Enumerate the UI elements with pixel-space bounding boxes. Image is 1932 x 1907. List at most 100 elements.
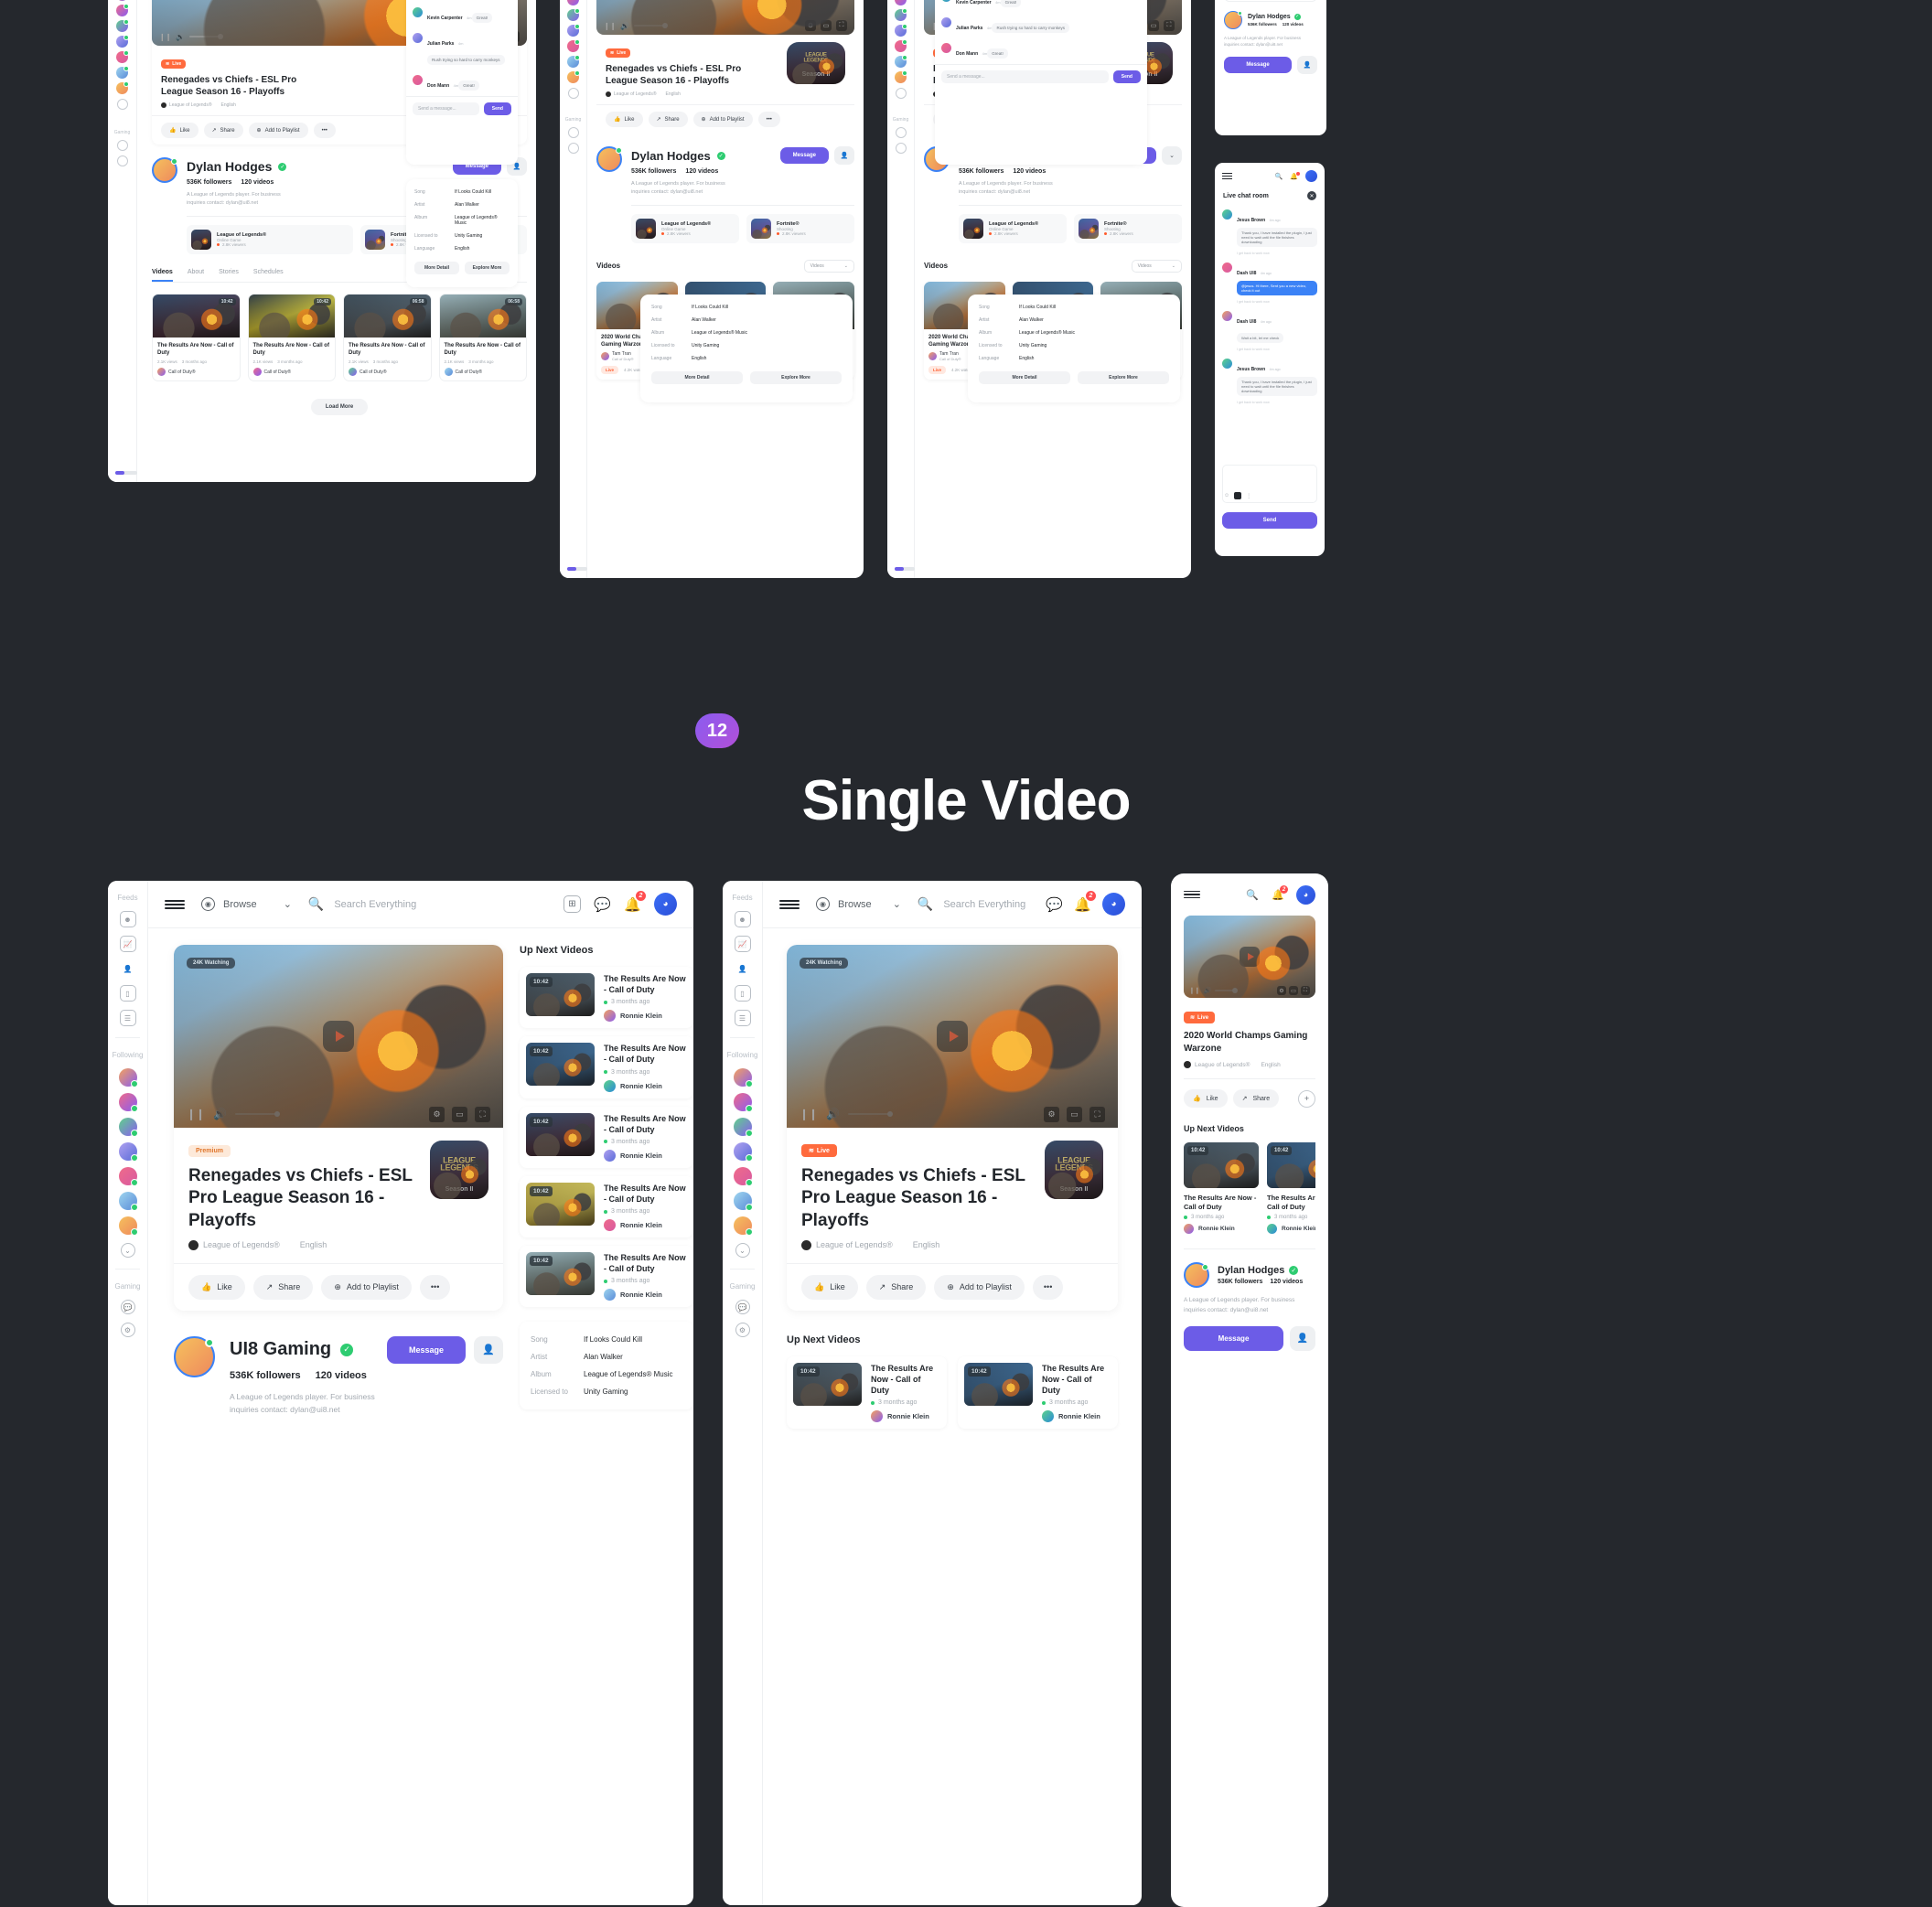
apps-icon[interactable]: ⊞ (564, 895, 581, 913)
avatar[interactable] (941, 17, 951, 27)
hamburger-icon[interactable] (165, 899, 185, 909)
tab-about[interactable]: About (188, 269, 204, 282)
avatar[interactable] (118, 1118, 138, 1137)
pause-icon[interactable]: ❙❙ (1189, 987, 1200, 994)
avatar[interactable] (116, 81, 129, 94)
tab-stories[interactable]: Stories (219, 269, 239, 282)
up-next-item[interactable]: 10:42 The Results Are Now - Call of Duty… (1267, 1142, 1315, 1235)
mug-icon[interactable]: ▯ (119, 985, 136, 1002)
fullscreen-icon[interactable]: ⛶ (1089, 1106, 1105, 1122)
miniplayer-icon[interactable]: ▭ (1289, 986, 1298, 995)
pause-icon[interactable]: ❙❙ (604, 22, 616, 30)
avatar[interactable] (733, 1142, 753, 1162)
fullscreen-icon[interactable]: ⛶ (1301, 986, 1310, 995)
share-button[interactable]: ↗ Share (252, 1274, 314, 1300)
avatar[interactable] (733, 1093, 753, 1112)
up-next-item[interactable]: 10:42 The Results Are Now - Call of Duty… (520, 1106, 693, 1168)
message-button[interactable]: Message (779, 147, 829, 164)
chevron-down-icon[interactable] (895, 88, 907, 99)
avatar[interactable] (118, 1068, 138, 1087)
avatar[interactable] (413, 75, 423, 85)
avatar[interactable] (567, 8, 580, 21)
search-input[interactable]: Search Everything (334, 899, 416, 910)
avatar[interactable] (1224, 10, 1242, 29)
chat-icon[interactable]: 💬 (735, 1300, 750, 1314)
message-button[interactable]: Message (1224, 56, 1292, 73)
share-button[interactable]: ↗ Share (1232, 1089, 1280, 1108)
avatar[interactable] (733, 1068, 753, 1087)
up-next-item[interactable]: 10:42 The Results Are Now - Call of Duty… (958, 1355, 1118, 1430)
avatar[interactable] (116, 4, 129, 16)
gear-icon[interactable]: ⚙ (120, 1323, 135, 1337)
miniplayer-icon[interactable]: ▭ (1148, 20, 1159, 31)
miniplayer-icon[interactable]: ▭ (1067, 1106, 1082, 1122)
pause-icon[interactable]: ❙❙ (159, 33, 171, 41)
up-next-item[interactable]: 10:42 The Results Are Now - Call of Duty… (787, 1355, 947, 1430)
avatar[interactable] (733, 1216, 753, 1236)
avatar[interactable] (118, 1167, 138, 1186)
avatar[interactable] (116, 66, 129, 79)
like-button[interactable]: 👍 Like (606, 112, 643, 127)
avatar[interactable] (1305, 170, 1317, 182)
chat-icon[interactable] (116, 140, 128, 151)
avatar[interactable] (116, 19, 129, 32)
avatar[interactable] (116, 50, 129, 63)
hamburger-icon[interactable] (779, 899, 800, 909)
comment-composer[interactable]: Send a message... Send (935, 64, 1147, 89)
up-next-item[interactable]: 10:42 The Results Are Now - Call of Duty… (1184, 1142, 1259, 1235)
more-options-button[interactable]: ••• (419, 1274, 451, 1300)
avatar[interactable] (1222, 209, 1232, 220)
like-button[interactable]: 👍 Like (801, 1274, 858, 1300)
avatar[interactable] (413, 7, 423, 17)
gear-icon[interactable] (567, 143, 579, 154)
browse-menu[interactable]: ◉ Browse ⌄ (201, 897, 292, 911)
avatar[interactable]: ◕ (654, 893, 677, 916)
robot-icon[interactable]: ☻ (119, 911, 136, 927)
avatar[interactable] (1222, 311, 1232, 321)
avatar[interactable]: ◕ (1296, 884, 1315, 905)
share-button[interactable]: ↗ Share (865, 1274, 927, 1300)
avatar[interactable] (1222, 359, 1232, 369)
fullscreen-icon[interactable]: ⛶ (475, 1106, 490, 1122)
search-box[interactable]: 🔍 Search Everything (308, 896, 416, 912)
search-input[interactable]: Search Everything (943, 899, 1025, 910)
gear-icon[interactable]: ⚙ (735, 1323, 750, 1337)
avatar[interactable] (941, 43, 951, 53)
pause-icon[interactable]: ❙❙ (800, 1108, 818, 1120)
message-button[interactable]: Message (1184, 1326, 1283, 1352)
list-icon[interactable]: ☰ (119, 1010, 136, 1026)
chevron-down-icon[interactable] (116, 99, 128, 110)
like-button[interactable]: 👍 Like (188, 1274, 245, 1300)
chat-icon[interactable] (895, 127, 907, 138)
play-button[interactable] (937, 1021, 968, 1052)
avatar[interactable] (567, 55, 580, 68)
more-detail-button[interactable]: More Detail (651, 371, 743, 384)
video-player[interactable]: 24K Watching ❙❙ 🔊 ⚙ ▭ ⛶ (787, 945, 1118, 1128)
play-button[interactable] (323, 1021, 354, 1052)
avatar[interactable] (895, 0, 907, 5)
avatar[interactable] (1184, 1262, 1209, 1289)
more-detail-button[interactable]: More Detail (979, 371, 1070, 384)
avatar[interactable] (895, 55, 907, 68)
chat-icon[interactable]: 💬 (594, 895, 611, 913)
attach-icon[interactable] (1234, 492, 1242, 499)
avatar[interactable]: ◕ (1102, 893, 1125, 916)
video-card[interactable]: 10:42 The Results Are Now - Call of Duty… (152, 293, 241, 382)
plus-circle-icon[interactable]: + (1298, 1089, 1315, 1108)
explore-more-button[interactable]: Explore More (1078, 371, 1169, 384)
up-next-item[interactable]: 10:42 The Results Are Now - Call of Duty… (520, 967, 693, 1029)
game-card[interactable]: Fortnite®Shooting2.8K viewers (1074, 213, 1182, 243)
gear-icon[interactable]: ⚙ (1044, 1106, 1059, 1122)
more-detail-button[interactable]: More Detail (414, 262, 459, 274)
avatar[interactable] (118, 1142, 138, 1162)
volume-icon[interactable]: 🔊 (176, 33, 185, 41)
chat-icon[interactable]: 💬 (1046, 895, 1063, 913)
scrollbar[interactable] (115, 471, 137, 475)
miniplayer-icon[interactable]: ▭ (821, 20, 832, 31)
progress-slider[interactable] (848, 1111, 894, 1117)
send-button[interactable]: Send (483, 102, 511, 115)
search-icon[interactable]: 🔍 (1245, 887, 1260, 902)
gear-icon[interactable] (895, 143, 907, 154)
like-button[interactable]: 👍 Like (161, 123, 199, 138)
avatar[interactable] (895, 24, 907, 37)
